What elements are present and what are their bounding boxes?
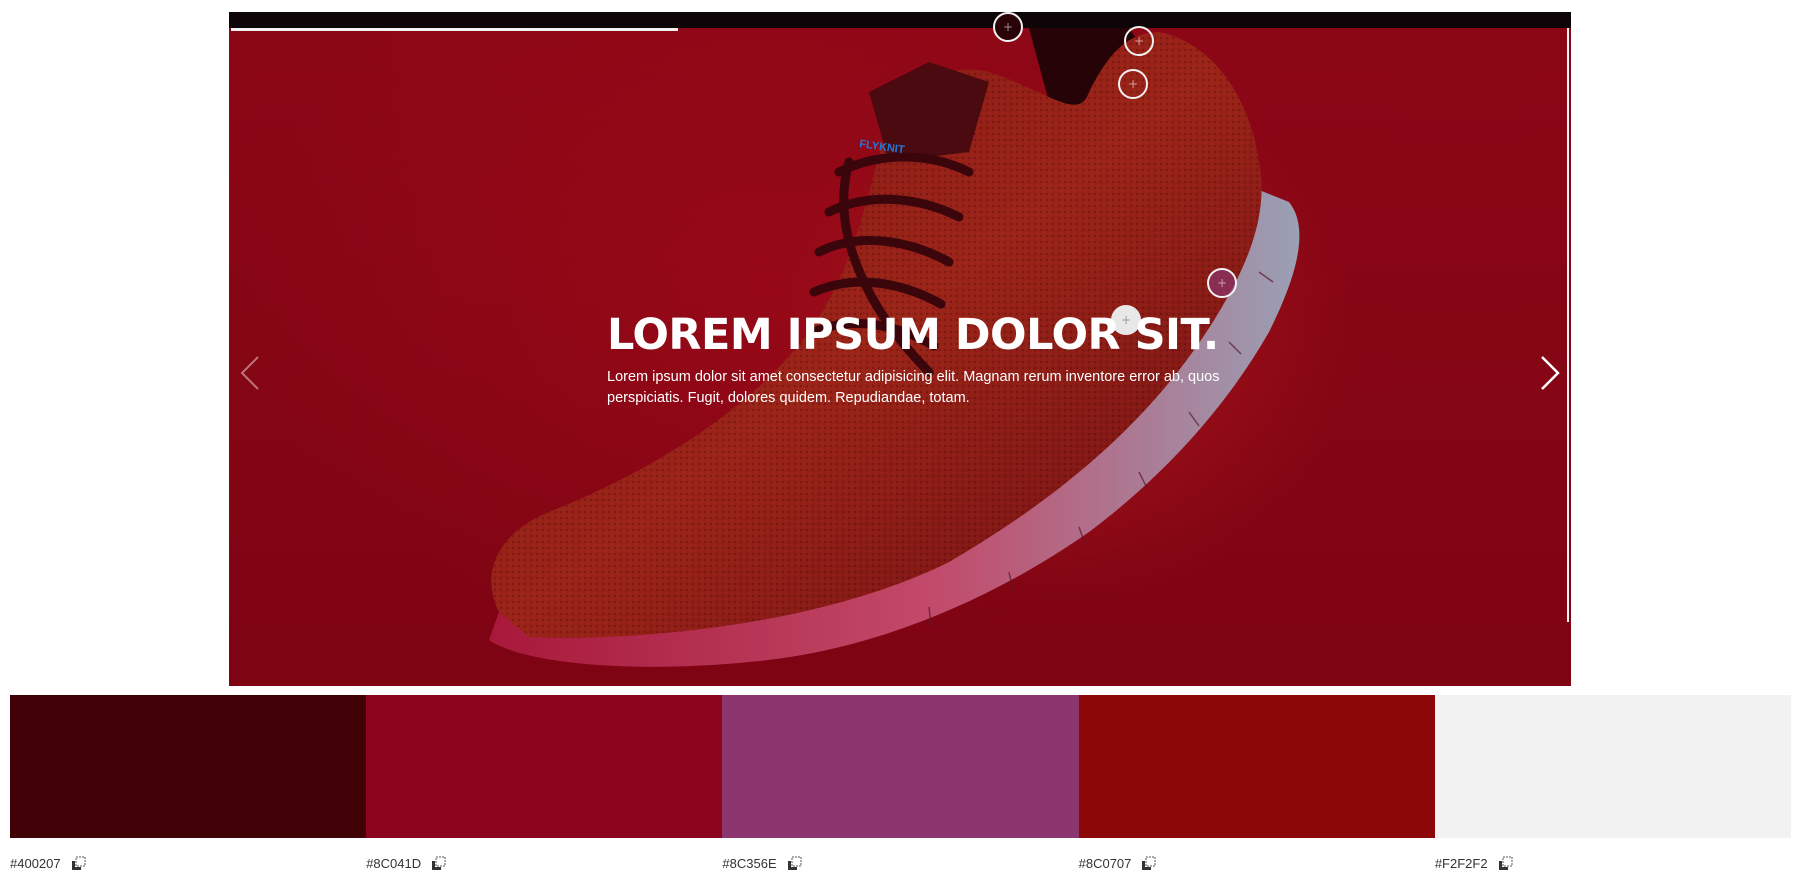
color-code-item: #400207 (10, 856, 366, 871)
copy-icon[interactable] (431, 856, 446, 871)
color-swatch (1078, 695, 1435, 838)
hero-slider: FLYKNIT + + + + + LOREM IPSUM DOLOR SIT.… (229, 12, 1571, 686)
color-code-item: #F2F2F2 (1435, 856, 1791, 871)
chevron-right-icon[interactable] (1538, 354, 1562, 392)
plus-icon: + (1216, 276, 1228, 290)
slide-progress-bar (231, 28, 678, 31)
color-swatch (1434, 695, 1792, 838)
slide-title: LOREM IPSUM DOLOR SIT. (607, 310, 1219, 360)
hotspot-heel-top[interactable]: + (1124, 26, 1154, 56)
color-swatch (722, 695, 1079, 838)
slide-edge-line (1567, 28, 1569, 622)
color-code-item: #8C0707 (1079, 856, 1435, 871)
copy-icon[interactable] (71, 856, 86, 871)
plus-icon: + (1133, 34, 1145, 48)
color-swatch (10, 695, 367, 838)
copy-icon[interactable] (1498, 856, 1513, 871)
color-code-label: #400207 (10, 856, 61, 871)
color-code-label: #8C356E (722, 856, 777, 871)
color-code-label: #8C0707 (1078, 856, 1132, 871)
color-swatch (366, 695, 723, 838)
color-code-item: #8C041D (366, 856, 722, 871)
slide-caption: LOREM IPSUM DOLOR SIT. Lorem ipsum dolor… (607, 310, 1227, 409)
hotspot-heel[interactable]: + (1118, 69, 1148, 99)
color-palette (10, 695, 1792, 838)
slide-top-bar (229, 12, 1571, 28)
plus-icon: + (1002, 20, 1014, 34)
color-code-label: #8C041D (366, 856, 422, 871)
color-code-label: #F2F2F2 (1434, 856, 1488, 871)
hotspot-collar[interactable]: + (993, 12, 1023, 42)
color-code-item: #8C356E (722, 856, 1078, 871)
plus-icon: + (1127, 77, 1139, 91)
color-codes: #400207 #8C041D #8C356E #8C0707 #F2F2F2 (10, 856, 1791, 871)
copy-icon[interactable] (1141, 856, 1156, 871)
chevron-left-icon[interactable] (238, 354, 262, 392)
slide-description: Lorem ipsum dolor sit amet consectetur a… (607, 369, 1220, 407)
hotspot-sole[interactable]: + (1207, 268, 1237, 298)
copy-icon[interactable] (787, 856, 802, 871)
